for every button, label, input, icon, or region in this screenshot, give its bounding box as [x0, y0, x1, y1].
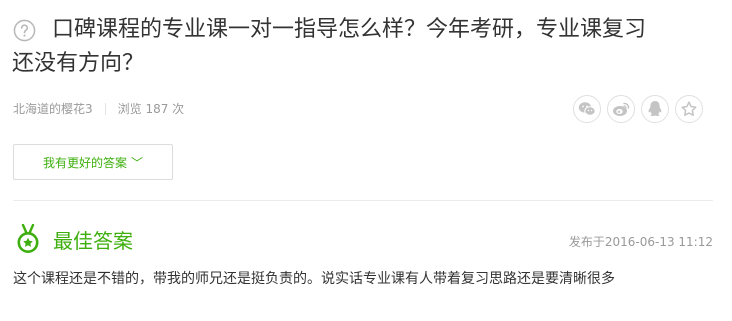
question-title-line1: 口碑课程的专业课一对一指导怎么样？今年考研，专业课复习	[52, 17, 647, 42]
answer-text: 这个课程还是不错的，带我的师兄还是挺负责的。说实话专业课有人带着复习思路还是要清…	[13, 271, 615, 287]
meta-divider	[104, 102, 106, 115]
view-count: 浏览 187 次	[117, 102, 185, 116]
favorite-icon	[681, 101, 697, 116]
section-divider	[13, 200, 713, 201]
question-title-line2: 还没有方向？	[12, 51, 145, 76]
share-weibo-button[interactable]	[607, 95, 635, 123]
better-answer-button[interactable]: 我有更好的答案 ﹀	[13, 144, 173, 180]
better-answer-label: 我有更好的答案	[42, 155, 127, 170]
question-title: 口碑课程的专业课一对一指导怎么样？今年考研，专业课复习 还没有方向？	[12, 13, 712, 76]
best-answer-medal-icon	[17, 224, 39, 253]
share-qq-button[interactable]	[641, 95, 669, 123]
wechat-icon	[578, 102, 596, 116]
chevron-down-icon: ﹀	[131, 155, 144, 170]
best-answer-title: 最佳答案	[53, 229, 133, 253]
qq-icon	[648, 101, 662, 116]
weibo-icon	[613, 102, 630, 116]
question-icon	[13, 19, 36, 42]
share-bar	[573, 95, 703, 123]
share-wechat-button[interactable]	[573, 95, 601, 123]
author-link[interactable]: 北海道的樱花3	[13, 100, 93, 117]
favorite-button[interactable]	[675, 95, 703, 123]
publish-time: 发布于2016-06-13 11:12	[568, 235, 713, 249]
question-meta: 北海道的樱花3 浏览 187 次	[13, 100, 184, 117]
